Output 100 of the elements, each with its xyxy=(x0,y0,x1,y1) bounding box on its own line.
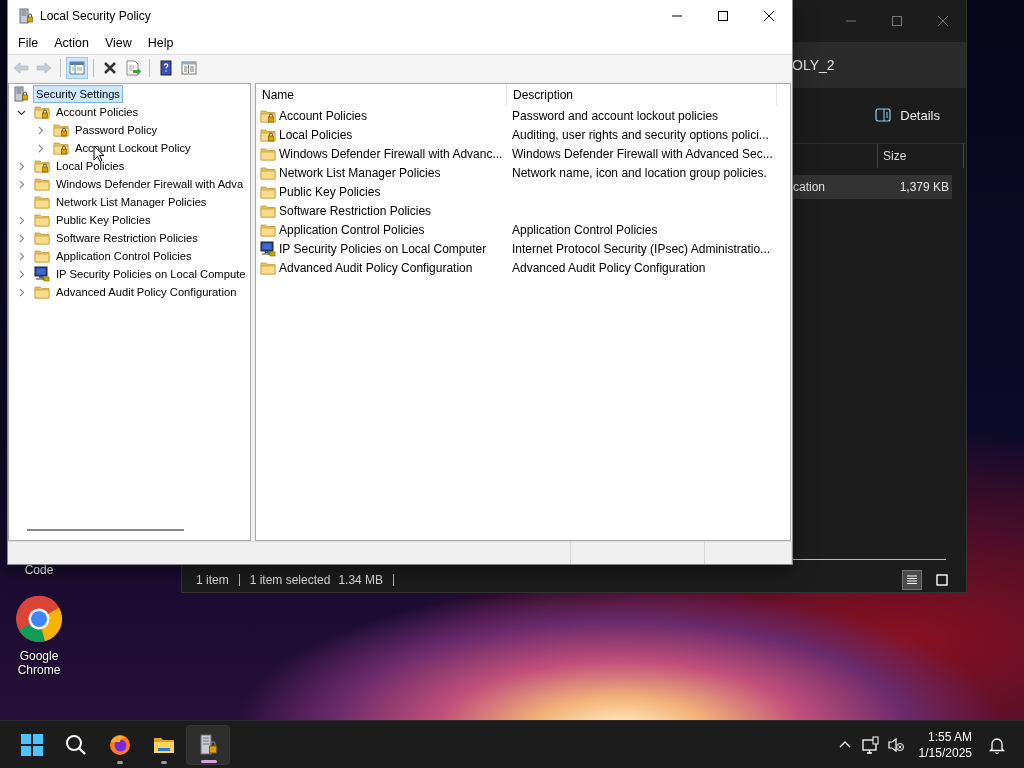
minimize-icon xyxy=(846,20,856,22)
server-lock-icon xyxy=(13,86,29,102)
tree-item[interactable]: Advanced Audit Policy Configuration xyxy=(53,283,240,301)
file-name-text: cation xyxy=(793,180,826,194)
description-cell-text: Advanced Audit Policy Configuration xyxy=(511,260,706,275)
list-item-name: Local Policies xyxy=(279,127,353,142)
desktop-icon-label[interactable]: Google Chrome xyxy=(9,649,69,677)
folder-icon xyxy=(34,212,50,228)
address-bar[interactable]: OLY_2 xyxy=(792,42,966,88)
horizontal-scrollbar-thumb[interactable] xyxy=(27,529,184,531)
column-header[interactable]: Name xyxy=(256,84,507,106)
date-text: 1/15/2025 xyxy=(918,744,972,761)
status-text: 1 item xyxy=(196,573,229,587)
list-item[interactable]: Advanced Audit Policy Configuration xyxy=(256,259,507,276)
menu-item[interactable]: Help xyxy=(139,33,182,53)
list-item[interactable]: Network List Manager Policies xyxy=(256,164,507,181)
status-text: 1.34 MB xyxy=(338,573,384,587)
delete-icon xyxy=(102,60,118,76)
running-indicator xyxy=(161,760,167,764)
help-icon xyxy=(158,60,174,76)
folder-icon xyxy=(34,284,50,300)
column-header[interactable]: Size xyxy=(877,144,964,168)
list-item[interactable]: Windows Defender Firewall with Advanc... xyxy=(256,145,507,162)
list-item[interactable]: Application Control Policies xyxy=(256,221,507,238)
tree-item[interactable]: Software Restriction Policies xyxy=(53,229,201,247)
running-indicator xyxy=(201,759,217,763)
window-title: Local Security Policy xyxy=(40,9,152,23)
tree-item[interactable]: Public Key Policies xyxy=(53,211,154,229)
folder-icon xyxy=(260,183,276,200)
folder-icon xyxy=(34,230,50,246)
clock[interactable]: 1:55 AM 1/15/2025 xyxy=(918,728,972,761)
taskbar-button[interactable] xyxy=(186,724,230,765)
computer-lock-icon xyxy=(260,240,276,257)
maximize-icon xyxy=(889,13,905,29)
file-size-text: 1,379 KB xyxy=(899,180,949,194)
list-item-name: Software Restriction Policies xyxy=(279,203,432,218)
notification-bell-icon[interactable] xyxy=(988,735,1006,754)
locked-folder-icon xyxy=(260,107,276,124)
details-pane-icon xyxy=(875,107,892,123)
list-item[interactable]: Software Restriction Policies xyxy=(256,202,507,219)
minimize-icon xyxy=(672,15,682,17)
locked-folder-icon xyxy=(34,104,50,120)
status-text: 1 item selected xyxy=(249,573,331,587)
square-view-icon xyxy=(935,573,949,587)
folder-icon xyxy=(34,194,50,210)
locked-folder-icon xyxy=(260,126,276,143)
folder-icon xyxy=(260,202,276,219)
list-item-name: IP Security Policies on Local Computer xyxy=(279,241,487,256)
tree-item[interactable]: Security Settings xyxy=(33,85,123,103)
tree-item[interactable]: IP Security Policies on Local Compute xyxy=(53,265,249,283)
list-view-icon xyxy=(905,573,919,587)
start-icon xyxy=(20,732,44,757)
list-item[interactable]: Public Key Policies xyxy=(256,183,507,200)
locked-folder-icon xyxy=(53,140,69,156)
browser-icon xyxy=(108,732,132,757)
folder-icon xyxy=(34,248,50,264)
menu-item[interactable]: View xyxy=(96,33,140,53)
folder-icon xyxy=(260,164,276,181)
folder-icon xyxy=(260,145,276,162)
tree-item[interactable]: Password Policy xyxy=(72,121,161,139)
folder-icon xyxy=(34,176,50,192)
folder-icon xyxy=(260,221,276,238)
properties-icon xyxy=(181,60,197,76)
menu-item[interactable]: File xyxy=(10,33,47,53)
file-row[interactable]: cation 1,379 KB xyxy=(792,175,952,199)
export-list-icon xyxy=(125,60,141,76)
network-icon[interactable] xyxy=(860,735,879,754)
menu-item[interactable]: Action xyxy=(46,33,97,53)
close-icon xyxy=(761,8,777,24)
close-icon xyxy=(935,13,951,29)
description-cell-text: Network name, icon and location group policies. xyxy=(511,165,767,180)
column-header[interactable]: Description xyxy=(507,84,777,106)
list-item-name: Advanced Audit Policy Configuration xyxy=(279,260,473,275)
locked-folder-icon xyxy=(53,122,69,138)
list-item-name: Network List Manager Policies xyxy=(279,165,441,180)
list-item[interactable]: Account Policies xyxy=(256,107,507,124)
description-cell-text: Internet Protocol Security (IPsec) Administratio... xyxy=(511,241,771,256)
folder-icon xyxy=(260,259,276,276)
time-text: 1:55 AM xyxy=(927,728,972,745)
details-pane-button[interactable]: Details xyxy=(875,103,940,127)
tree-item[interactable]: Network List Manager Policies xyxy=(53,193,210,211)
list-item-name: Account Policies xyxy=(279,108,368,123)
tree-item[interactable]: Account Policies xyxy=(53,103,142,121)
locked-folder-icon xyxy=(34,158,50,174)
forward-arrow-icon xyxy=(36,60,52,76)
browser-icon[interactable] xyxy=(15,595,63,643)
list-item-name: Windows Defender Firewall with Advanc... xyxy=(279,146,503,161)
back-arrow-icon xyxy=(13,60,29,76)
tree-item[interactable]: Windows Defender Firewall with Adva xyxy=(53,175,247,193)
running-indicator xyxy=(117,760,123,764)
description-cell-text: Windows Defender Firewall with Advanced Sec... xyxy=(511,146,773,161)
view-toggle-button[interactable] xyxy=(902,570,922,590)
speaker-muted-icon[interactable] xyxy=(886,735,905,754)
tree-item[interactable]: Local Policies xyxy=(53,157,128,175)
console-tree-icon xyxy=(69,60,85,76)
list-item[interactable]: IP Security Policies on Local Computer xyxy=(256,240,507,257)
desktop-icon-label[interactable]: Code xyxy=(9,563,69,577)
tree-item[interactable]: Application Control Policies xyxy=(53,247,195,265)
list-item[interactable]: Local Policies xyxy=(256,126,507,143)
server-lock-icon xyxy=(18,8,34,24)
